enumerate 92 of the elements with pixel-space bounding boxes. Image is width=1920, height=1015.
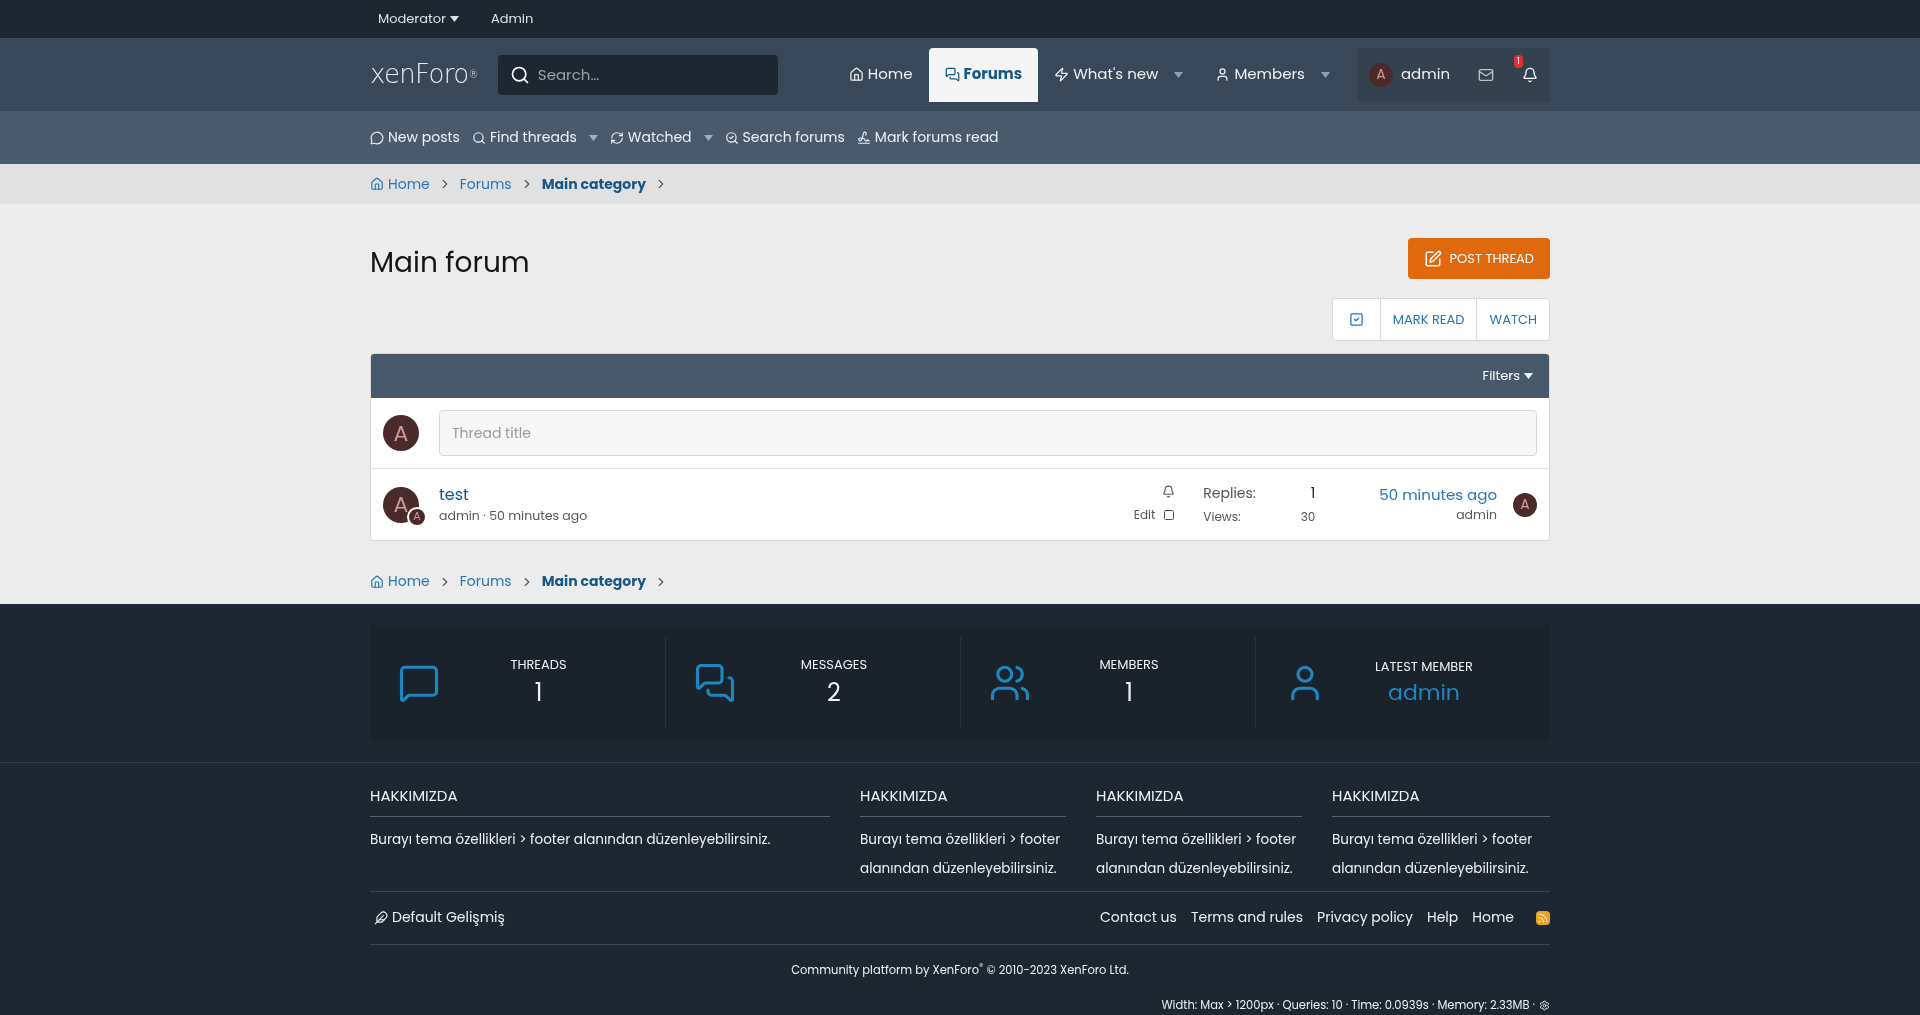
alert-badge: 1 [1514,54,1523,68]
thread-meta: admin · 50 minutes ago [439,507,589,526]
feather-icon [374,910,388,925]
user-menu[interactable]: A admin [1356,62,1462,87]
debug-info: Width: Max > 1200px · Queries: 10 · Time: 0.0939s · Memory: 2.33MB · [1161,996,1535,1014]
footer-link[interactable]: Contact us [1100,907,1177,928]
footer-heading: HAKKIMIZDA [860,785,1066,817]
member-link[interactable]: admin [1388,676,1460,710]
breadcrumb-link[interactable]: Main category [541,571,647,592]
bell-icon[interactable] [1162,485,1176,498]
nav-icon [609,130,624,145]
sub-nav-link[interactable]: Find threads [471,127,598,148]
breadcrumb-link[interactable]: Home [370,571,430,592]
last-poster[interactable]: admin [1456,506,1497,526]
nav-tab[interactable]: Home [832,47,929,102]
breadcrumb-link[interactable]: Forums [459,173,512,195]
caret-icon [703,134,713,141]
post-thread-button[interactable]: POST THREAD [1407,238,1550,279]
thread-title-field[interactable]: Thread title [439,410,1537,456]
page-title: Main forum [370,242,530,284]
last-post-time[interactable]: 50 minutes ago [1379,483,1497,507]
style-chooser-link[interactable]: Default Gelişmiş [374,907,505,928]
stat-label: MEMBERS [1099,655,1159,675]
caret-icon [1174,71,1184,78]
caret-icon [588,134,598,141]
footer-text: Burayı tema özellikleri > footer alanından düzenleyebilirsiniz. [370,828,772,851]
footer-link[interactable]: Help [1426,907,1459,928]
nav-icon [724,130,739,145]
footer-heading: HAKKIMIZDA [370,785,830,817]
stat-label: MESSAGES [800,655,868,675]
footer-heading: HAKKIMIZDA [1332,785,1550,817]
home-icon [370,574,384,589]
mail-icon[interactable] [1478,66,1494,83]
sub-nav-link[interactable]: Search forums [724,127,845,148]
footer-link[interactable]: Privacy policy [1317,907,1413,928]
sub-nav-link[interactable]: New posts [370,127,460,148]
action-button[interactable]: WATCH [1477,299,1549,340]
footer-link[interactable]: Home [1472,907,1514,928]
action-button[interactable]: MARK READ [1380,299,1478,340]
settings-icon[interactable] [1539,999,1550,1011]
nav-icon [1215,67,1231,82]
nav-icon [848,67,864,82]
avatar[interactable]: A [383,415,419,451]
replies-label: Replies: [1203,483,1257,504]
stat-value: 1 [534,674,543,711]
breadcrumb-link[interactable]: Home [370,173,430,195]
edit-link[interactable]: Edit [1133,506,1156,524]
nav-tab[interactable]: What's new [1038,47,1200,102]
caret-icon [1524,373,1533,379]
breadcrumb-link[interactable]: Forums [459,571,512,592]
footer-text: Burayı tema özellikleri > footer alanından düzenleyebilirsiniz. [1332,828,1534,880]
sub-nav-link[interactable]: Watched [609,127,713,148]
stat-label: THREADS [510,655,567,675]
filters-button[interactable]: Filters [1482,366,1533,386]
replies-count: 1 [1309,483,1316,504]
search-icon [509,64,530,85]
footer-link[interactable]: Terms and rules [1190,907,1304,928]
nav-icon [944,67,960,82]
thread-title-link[interactable]: test [439,483,1134,508]
logo[interactable]: xenForo$^{®}$ [370,55,478,94]
home-icon [370,177,384,191]
footer-heading: HAKKIMIZDA [1096,785,1302,817]
top-menu-link[interactable]: Moderator [378,9,459,29]
sub-nav-link[interactable]: Mark forums read [856,127,999,148]
avatar-badge: A [407,506,427,527]
nav-icon [370,130,384,145]
stat-value: 1 [1125,674,1133,711]
nav-icon [1054,67,1070,82]
views-label: Views: [1203,508,1242,526]
avatar[interactable]: A [1513,492,1537,517]
nav-tab[interactable]: Forums [928,47,1039,102]
caret-icon [1320,71,1330,78]
footer-text: Burayı tema özellikleri > footer alanından düzenleyebilirsiniz. [860,828,1062,880]
stat-value: 2 [827,674,841,711]
footer-text: Burayı tema özellikleri > footer alanından düzenleyebilirsiniz. [1096,828,1298,880]
rss-icon[interactable] [1536,910,1550,925]
check-square-icon [1348,312,1364,327]
breadcrumb-link[interactable]: Main category [541,173,647,195]
copyright-text: Community platform by XenForo$^{®}$ © 2010-2023 XenForo Ltd. [791,961,1129,978]
nav-icon [856,130,871,145]
views-count: 30 [1300,508,1316,526]
bell-icon[interactable] [1522,66,1538,83]
avatar[interactable]: A [1368,62,1393,87]
nav-tab[interactable]: Members [1199,47,1346,102]
stat-label: LATEST MEMBER [1375,656,1473,677]
pen-icon [1423,249,1442,268]
stat-icon [694,662,736,704]
search-field[interactable]: Search… [497,54,778,95]
select-checkbox[interactable] [1163,509,1176,521]
caret-icon [449,16,459,22]
nav-icon [471,130,486,145]
top-menu-link[interactable]: Admin [490,9,534,29]
